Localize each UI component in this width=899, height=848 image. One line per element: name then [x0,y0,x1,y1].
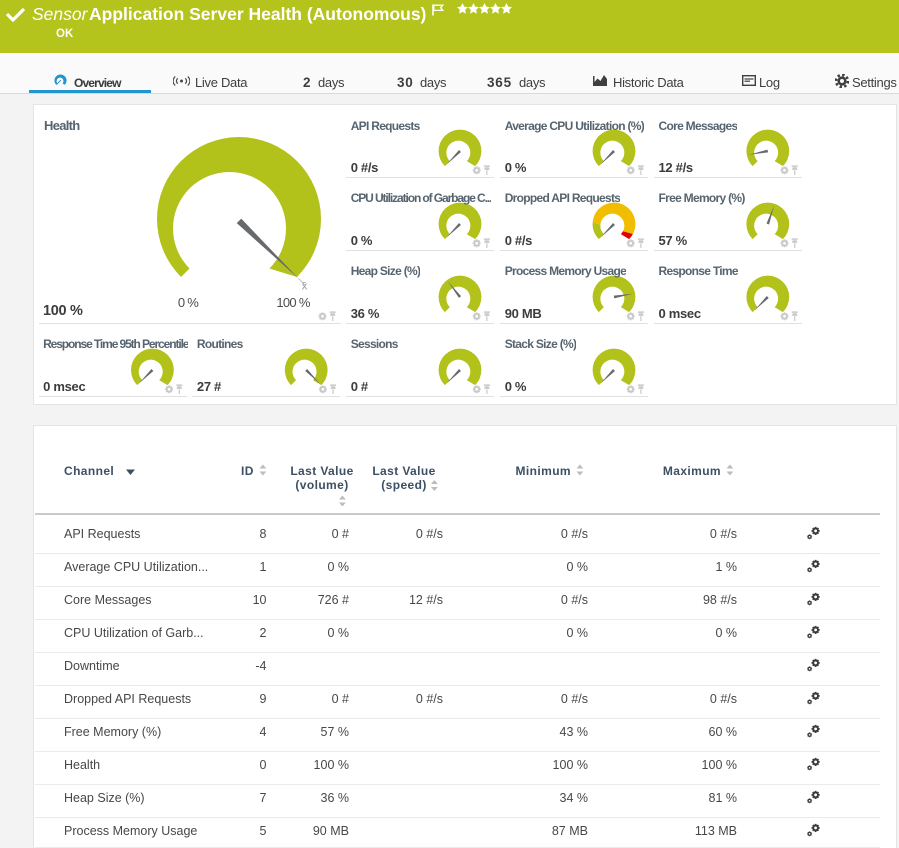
svg-text:x̄: x̄ [302,281,308,293]
